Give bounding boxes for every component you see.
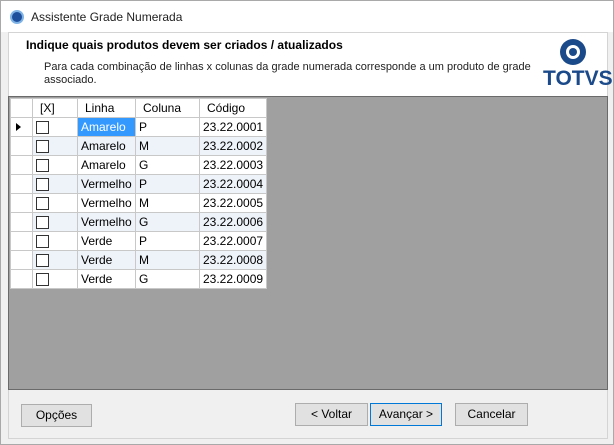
back-button[interactable]: < Voltar	[295, 403, 368, 426]
options-button[interactable]: Opções	[21, 404, 92, 427]
title-bar: Assistente Grade Numerada	[1, 1, 613, 32]
coluna-cell[interactable]: G	[135, 269, 200, 289]
coluna-cell[interactable]: M	[135, 136, 200, 156]
row-checkbox-cell[interactable]	[32, 269, 78, 289]
cancel-button[interactable]: Cancelar	[455, 403, 528, 426]
codigo-cell[interactable]: 23.22.0004	[198, 174, 268, 194]
row-checkbox-cell[interactable]	[32, 136, 78, 156]
codigo-cell[interactable]: 23.22.0008	[198, 250, 268, 270]
table-row[interactable]: Vermelho G 23.22.0006	[10, 212, 268, 232]
codigo-cell[interactable]: 23.22.0003	[198, 155, 268, 175]
row-checkbox-cell[interactable]	[32, 250, 78, 270]
row-header[interactable]	[10, 136, 33, 156]
codigo-cell[interactable]: 23.22.0009	[198, 269, 268, 289]
column-header-linha[interactable]: Linha	[77, 98, 136, 118]
products-table: [X] Linha Coluna Código Amarelo P 23.22.…	[10, 98, 268, 289]
column-header-codigo[interactable]: Código	[198, 98, 268, 118]
current-row-arrow-icon	[16, 123, 21, 131]
linha-cell[interactable]: Verde	[77, 231, 136, 251]
linha-cell[interactable]: Amarelo	[77, 155, 136, 175]
row-checkbox-cell[interactable]	[32, 193, 78, 213]
row-header[interactable]	[10, 174, 33, 194]
app-icon	[10, 10, 24, 24]
totvs-logo-text: TOTVS	[543, 67, 613, 90]
wizard-header: Indique quais produtos devem ser criados…	[8, 32, 613, 96]
column-header-coluna[interactable]: Coluna	[135, 98, 200, 118]
coluna-cell[interactable]: P	[135, 117, 200, 137]
coluna-cell[interactable]: P	[135, 174, 200, 194]
row-header[interactable]	[10, 269, 33, 289]
window-title: Assistente Grade Numerada	[31, 10, 183, 24]
column-header-check[interactable]: [X]	[32, 98, 78, 118]
linha-cell[interactable]: Vermelho	[77, 212, 136, 232]
coluna-cell[interactable]: G	[135, 212, 200, 232]
header-title: Indique quais produtos devem ser criados…	[26, 38, 343, 52]
totvs-logo-icon	[560, 39, 586, 65]
row-header[interactable]	[10, 155, 33, 175]
row-header[interactable]	[10, 231, 33, 251]
linha-cell[interactable]: Verde	[77, 250, 136, 270]
linha-cell[interactable]: Amarelo	[77, 117, 136, 137]
row-checkbox[interactable]	[36, 140, 49, 154]
row-header[interactable]	[10, 212, 33, 232]
row-checkbox[interactable]	[36, 254, 49, 268]
codigo-cell[interactable]: 23.22.0005	[198, 193, 268, 213]
linha-cell[interactable]: Vermelho	[77, 174, 136, 194]
codigo-cell[interactable]: 23.22.0006	[198, 212, 268, 232]
table-row[interactable]: Amarelo P 23.22.0001	[10, 117, 268, 137]
next-button[interactable]: Avançar >	[370, 403, 442, 426]
linha-cell[interactable]: Verde	[77, 269, 136, 289]
coluna-cell[interactable]: M	[135, 250, 200, 270]
row-checkbox-cell[interactable]	[32, 155, 78, 175]
coluna-cell[interactable]: M	[135, 193, 200, 213]
row-checkbox[interactable]	[36, 197, 49, 211]
row-checkbox[interactable]	[36, 216, 49, 230]
table-row[interactable]: Vermelho P 23.22.0004	[10, 174, 268, 194]
table-row[interactable]: Verde P 23.22.0007	[10, 231, 268, 251]
row-checkbox[interactable]	[36, 159, 49, 173]
linha-cell[interactable]: Amarelo	[77, 136, 136, 156]
table-row[interactable]: Amarelo G 23.22.0003	[10, 155, 268, 175]
row-header[interactable]	[10, 250, 33, 270]
row-checkbox[interactable]	[36, 178, 49, 192]
row-header-corner	[10, 98, 33, 118]
row-checkbox-cell[interactable]	[32, 174, 78, 194]
table-row[interactable]: Verde G 23.22.0009	[10, 269, 268, 289]
coluna-cell[interactable]: G	[135, 155, 200, 175]
table-row[interactable]: Verde M 23.22.0008	[10, 250, 268, 270]
codigo-cell[interactable]: 23.22.0002	[198, 136, 268, 156]
wizard-window: Assistente Grade Numerada Indique quais …	[0, 0, 614, 445]
table-row[interactable]: Amarelo M 23.22.0002	[10, 136, 268, 156]
row-checkbox[interactable]	[36, 235, 49, 249]
table-row[interactable]: Vermelho M 23.22.0005	[10, 193, 268, 213]
row-checkbox[interactable]	[36, 121, 49, 135]
codigo-cell[interactable]: 23.22.0007	[198, 231, 268, 251]
row-header[interactable]	[10, 193, 33, 213]
row-checkbox-cell[interactable]	[32, 231, 78, 251]
row-checkbox-cell[interactable]	[32, 212, 78, 232]
row-header[interactable]	[10, 117, 33, 137]
row-checkbox[interactable]	[36, 273, 49, 287]
products-grid[interactable]: [X] Linha Coluna Código Amarelo P 23.22.…	[8, 96, 608, 390]
linha-cell[interactable]: Vermelho	[77, 193, 136, 213]
codigo-cell[interactable]: 23.22.0001	[198, 117, 268, 137]
coluna-cell[interactable]: P	[135, 231, 200, 251]
header-description: Para cada combinação de linhas x colunas…	[44, 61, 531, 86]
table-header-row: [X] Linha Coluna Código	[10, 98, 268, 118]
row-checkbox-cell[interactable]	[32, 117, 78, 137]
